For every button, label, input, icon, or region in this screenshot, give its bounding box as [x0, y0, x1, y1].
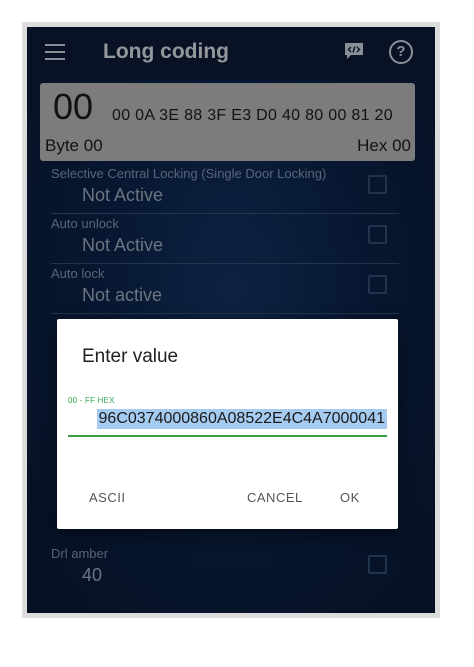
cancel-button[interactable]: CANCEL [247, 490, 303, 505]
ok-button[interactable]: OK [340, 490, 360, 505]
dialog-title: Enter value [82, 346, 179, 367]
hex-value-input[interactable]: 96C0374000860A08522E4C4A7000041 [68, 407, 387, 437]
app-screen: Long coding ? 00 00 0A 3E 88 3F E3 D0 40… [27, 27, 435, 613]
enter-value-dialog: Enter value 00 - FF HEX 96C0374000860A08… [57, 319, 398, 529]
ascii-button[interactable]: ASCII [89, 490, 125, 505]
selected-input-text[interactable]: 96C0374000860A08522E4C4A7000041 [96, 409, 387, 429]
input-hint: 00 - FF HEX [68, 396, 115, 405]
